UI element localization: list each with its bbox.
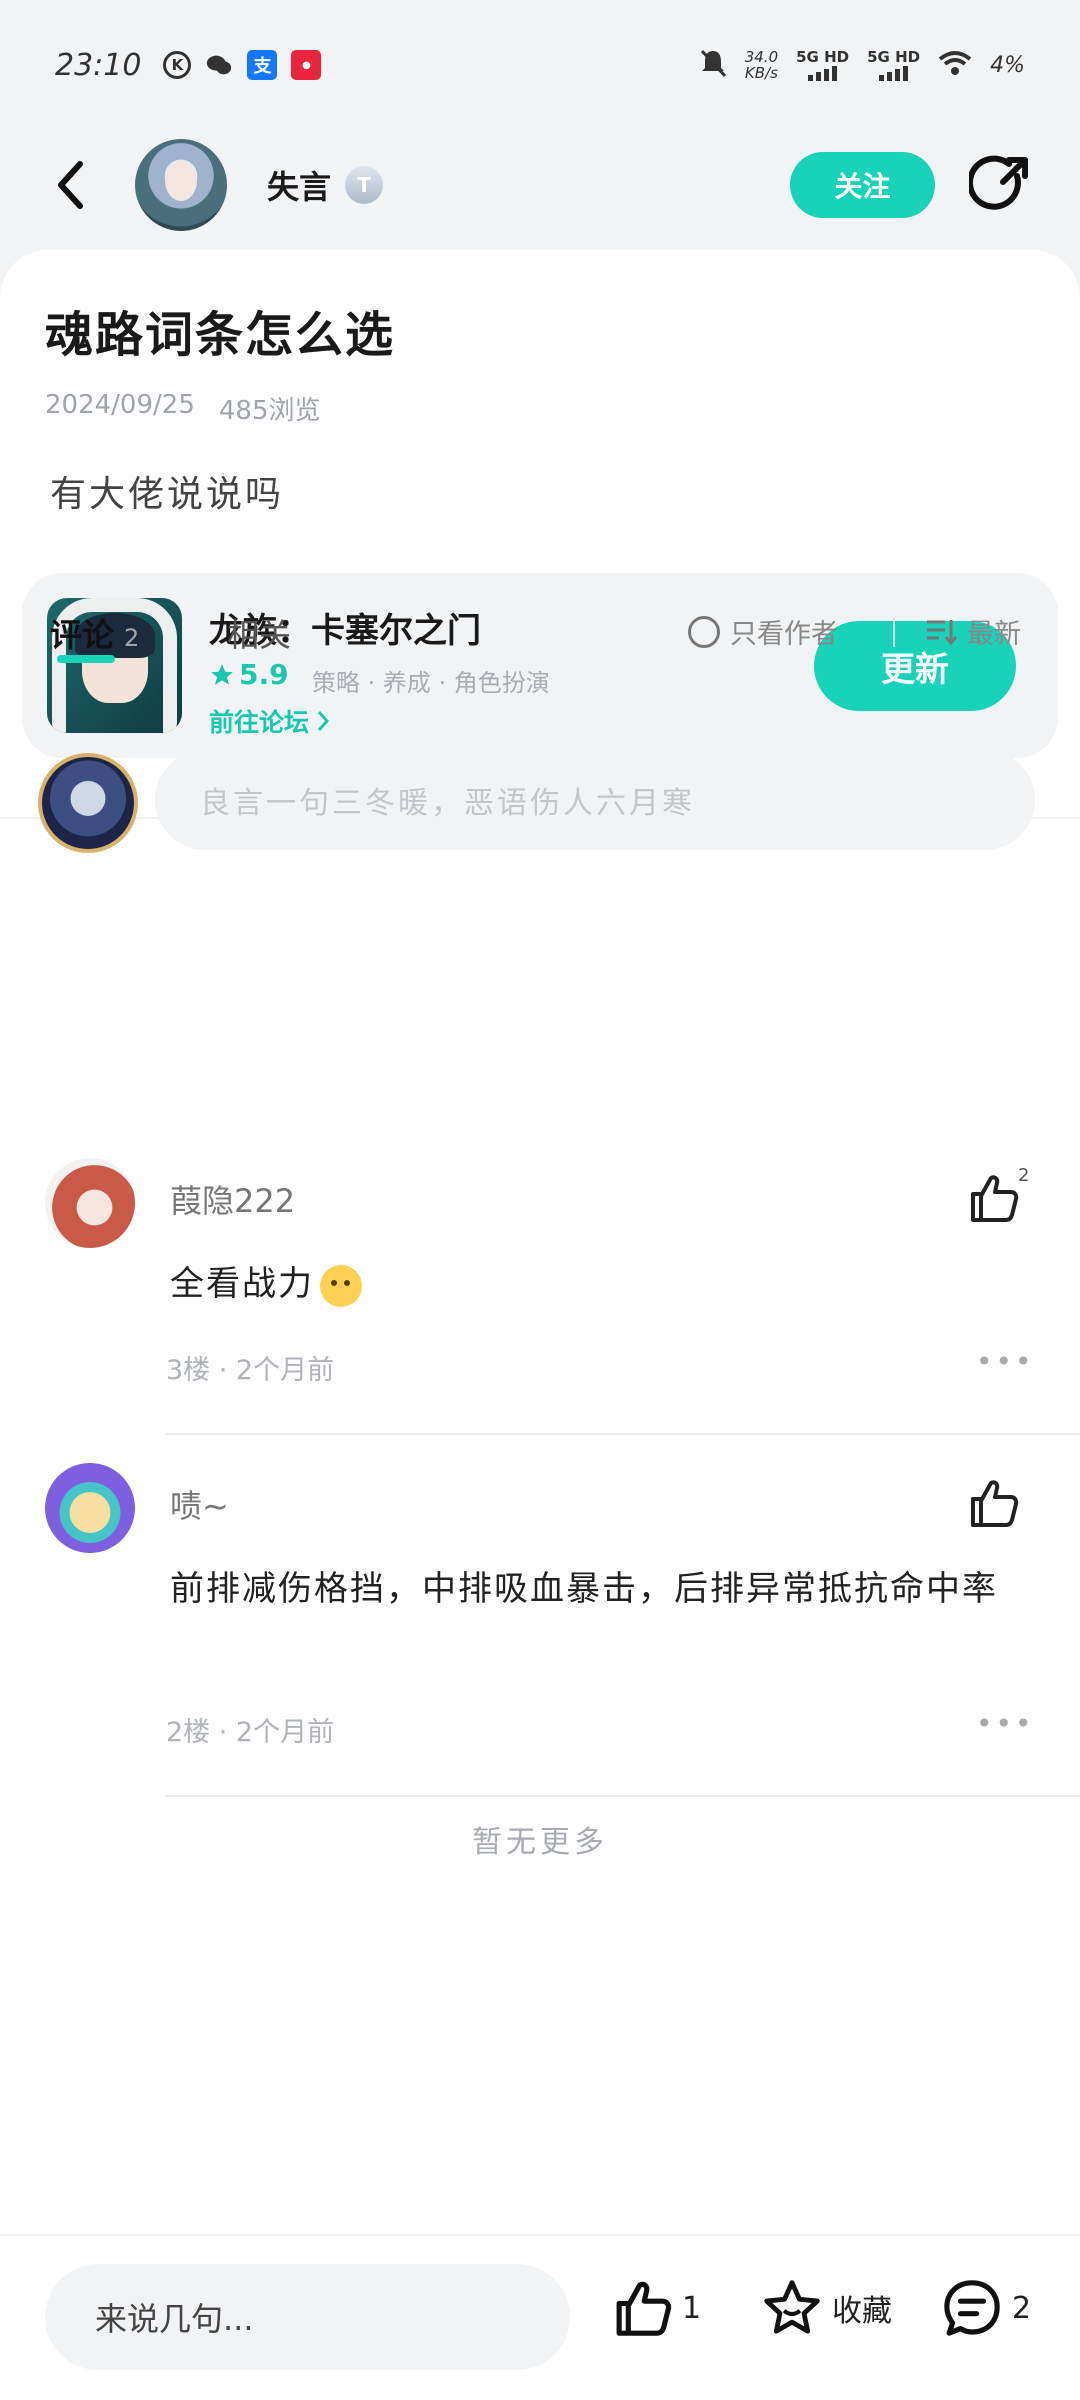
speed-unit: KB/s <box>744 64 778 82</box>
comment-divider <box>165 1795 1080 1797</box>
comment-meta: 2楼 · 2个月前 <box>166 1717 335 1748</box>
comment-text-content: 全看战力 <box>170 1264 314 1304</box>
comment-button[interactable]: 2 <box>940 2276 1031 2340</box>
thumbs-up-icon <box>616 2281 672 2336</box>
network-label-1: 5G HD <box>796 48 850 66</box>
rating-value: 5.9 <box>239 658 289 691</box>
comment-meta: 3楼 · 2个月前 <box>166 1355 335 1386</box>
star-icon <box>211 663 233 685</box>
wechat-icon <box>205 51 233 79</box>
more-options-icon[interactable]: ••• <box>976 1345 1035 1378</box>
commenter-name[interactable]: 啧~ <box>170 1481 229 1527</box>
more-options-icon[interactable]: ••• <box>976 1707 1035 1740</box>
commenter-avatar[interactable] <box>45 1463 135 1553</box>
favorite-label: 收藏 <box>832 2294 892 2329</box>
forum-link[interactable]: 前往论坛 <box>209 703 331 739</box>
tab-comments-label: 评论 <box>50 616 115 654</box>
share-button[interactable] <box>965 150 1035 220</box>
alipay-icon: 支 <box>247 50 278 80</box>
chevron-left-icon <box>58 161 83 209</box>
signal-1: 5G HD <box>796 49 849 81</box>
game-card[interactable]: 龙族：卡塞尔之门 5.9 策略 · 养成 · 角色扮演 前往论坛 更新 <box>22 573 1058 758</box>
k-app-icon: K <box>163 51 192 79</box>
network-speed: 34.0 KB/s <box>745 49 778 81</box>
my-avatar[interactable] <box>38 753 138 853</box>
store-icon: ● <box>291 50 322 80</box>
sort-icon <box>927 619 957 645</box>
wifi-icon <box>938 50 972 80</box>
thumbs-up-icon[interactable] <box>965 1170 1021 1226</box>
author-name[interactable]: 失言 <box>267 162 331 208</box>
tab-comments[interactable]: 评论 2 <box>50 610 139 656</box>
share-icon <box>969 155 1028 210</box>
top-nav: 失言 T 关注 <box>0 130 1080 240</box>
favorite-button[interactable]: 收藏 <box>760 2276 892 2340</box>
comment-divider <box>165 1433 1080 1435</box>
reply-input[interactable]: 来说几句... <box>45 2264 570 2370</box>
sort-toggle[interactable]: 最新 <box>925 612 1021 651</box>
signal-bars-icon <box>879 65 909 81</box>
game-rating: 5.9 <box>209 658 289 691</box>
commenter-avatar[interactable] <box>45 1158 135 1248</box>
tab-comments-count: 2 <box>124 624 140 652</box>
battery-level: 4% <box>990 52 1025 78</box>
filter-divider <box>893 617 895 647</box>
star-outline-icon <box>764 2280 820 2334</box>
forum-link-label: 前往论坛 <box>209 708 310 737</box>
post-title: 魂路词条怎么选 <box>45 307 396 363</box>
no-more-text: 暂无更多 <box>472 1825 608 1860</box>
author-only-toggle[interactable]: 只看作者 <box>688 612 838 651</box>
status-right: 34.0 KB/s 5G HD 5G HD 4% <box>699 48 1025 82</box>
back-button[interactable] <box>45 155 95 215</box>
bottom-bar: 来说几句... 1 收藏 2 <box>0 2234 1080 2400</box>
game-tags: 策略 · 养成 · 角色扮演 <box>312 669 550 697</box>
post-views: 485浏览 <box>218 396 321 426</box>
status-time: 23:10 <box>55 47 142 83</box>
tab-related[interactable]: 相关 <box>227 610 291 656</box>
thumbs-up-icon[interactable] <box>965 1475 1021 1531</box>
author-only-label: 只看作者 <box>730 619 838 650</box>
like-button[interactable]: 1 <box>610 2276 701 2340</box>
status-left: 23:10 K 支 ● <box>55 47 322 83</box>
follow-button[interactable]: 关注 <box>790 152 935 218</box>
like-count: 2 <box>1018 1165 1030 1186</box>
sort-label: 最新 <box>967 619 1021 650</box>
comment-bubble-icon <box>944 2280 1000 2336</box>
like-count: 1 <box>682 2290 702 2326</box>
level-badge: T <box>345 166 384 204</box>
active-tab-indicator <box>57 655 115 663</box>
comment-input[interactable]: 良言一句三冬暖，恶语伤人六月寒 <box>155 750 1035 850</box>
signal-2: 5G HD <box>867 49 920 81</box>
chevron-right-icon <box>317 711 330 731</box>
status-bar: 23:10 K 支 ● 34.0 KB/s 5G HD 5G HD 4% <box>0 0 1080 130</box>
post-body: 有大佬说说吗 <box>50 474 285 515</box>
smile-emoji-icon <box>320 1264 362 1307</box>
network-label-2: 5G HD <box>867 48 921 66</box>
mute-icon <box>699 48 727 82</box>
signal-bars-icon <box>808 65 838 81</box>
radio-icon <box>688 615 720 648</box>
author-avatar[interactable] <box>135 139 227 231</box>
post-date: 2024/09/25 <box>45 390 195 420</box>
comment-text: 全看战力 <box>170 1250 1040 1318</box>
commenter-name[interactable]: 葭隐222 <box>170 1176 295 1222</box>
comment-text: 前排减伤格挡，中排吸血暴击，后排异常抵抗命中率 <box>170 1569 998 1609</box>
comment-count: 2 <box>1012 2290 1032 2326</box>
post-meta: 2024/09/25 485浏览 <box>45 390 321 427</box>
